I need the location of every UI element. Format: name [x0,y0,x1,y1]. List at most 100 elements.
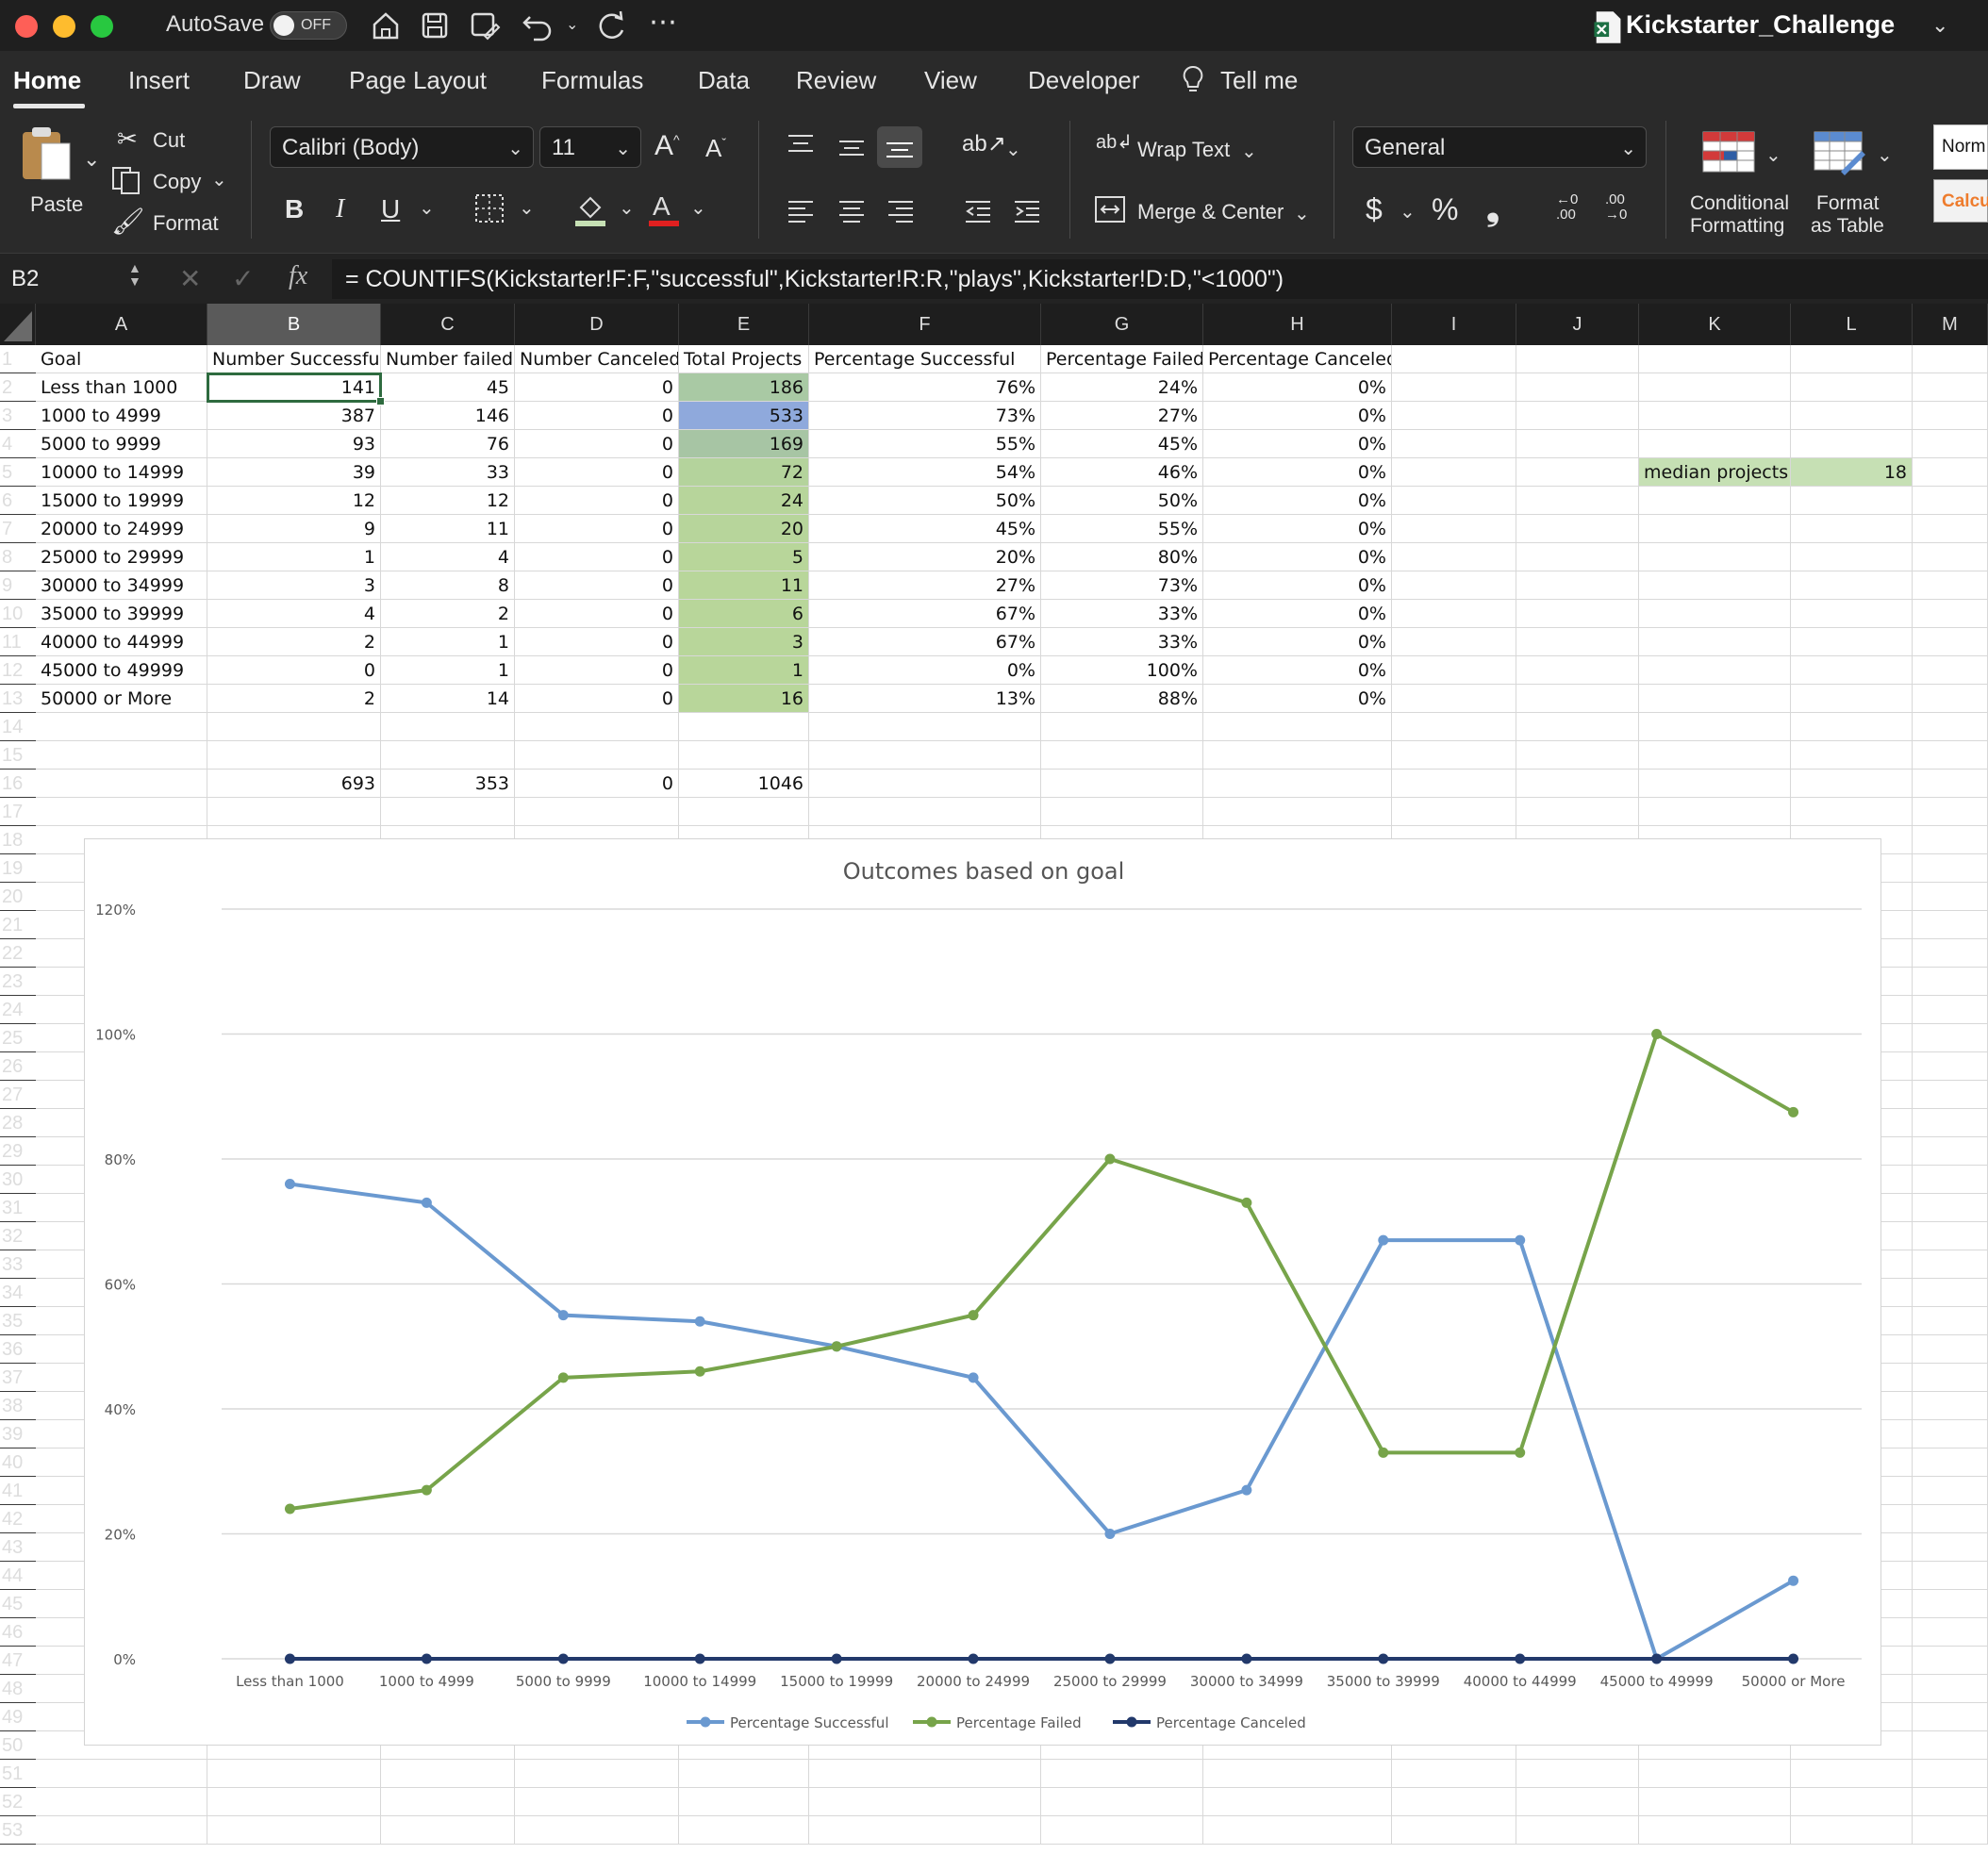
close-window-button[interactable] [15,15,38,38]
increase-decimal-icon[interactable]: ←0.00 [1556,192,1578,223]
empty-cell[interactable] [809,713,1041,741]
insert-function-icon[interactable]: fx [289,261,307,291]
empty-cell[interactable] [1913,1731,1988,1760]
empty-cell[interactable] [809,741,1041,770]
total-cell[interactable]: 1046 [679,770,809,798]
table-data-cell[interactable]: 16 [679,685,809,713]
empty-cell[interactable] [1516,515,1639,543]
table-data-cell[interactable]: 2 [207,685,381,713]
empty-cell[interactable] [207,1788,381,1816]
empty-cell[interactable] [1791,345,1913,373]
cancel-entry-icon[interactable]: ✕ [179,263,201,294]
empty-cell[interactable] [1913,1166,1988,1194]
empty-cell[interactable] [1913,345,1988,373]
column-header-e[interactable]: E [679,304,809,345]
table-data-cell[interactable]: 0% [1203,458,1392,487]
format-as-table-chevron-down-icon[interactable]: ⌄ [1877,143,1893,167]
empty-cell[interactable] [515,798,679,826]
empty-cell[interactable] [1639,628,1791,656]
table-data-cell[interactable]: 11 [679,571,809,600]
paste-chevron-down-icon[interactable]: ⌄ [83,147,100,172]
empty-cell[interactable] [1913,1109,1988,1137]
empty-cell[interactable] [679,1760,809,1788]
row-header-27[interactable]: 27 [0,1081,36,1109]
empty-cell[interactable] [1913,1364,1988,1392]
table-data-cell[interactable]: 33 [381,458,515,487]
table-data-cell[interactable]: 1000 to 4999 [36,402,207,430]
table-data-cell[interactable]: 100% [1041,656,1203,685]
fill-handle[interactable] [376,397,385,406]
total-cell[interactable]: 353 [381,770,515,798]
percent-button[interactable]: % [1432,192,1458,227]
empty-cell[interactable] [1913,1137,1988,1166]
decrease-decimal-icon[interactable]: .00 →0 [1605,192,1627,223]
table-data-cell[interactable]: 33% [1041,600,1203,628]
table-data-cell[interactable]: 1 [381,628,515,656]
empty-cell[interactable] [1392,798,1516,826]
table-data-cell[interactable]: 88% [1041,685,1203,713]
empty-cell[interactable] [1203,1788,1392,1816]
table-data-cell[interactable]: 30000 to 34999 [36,571,207,600]
row-header-43[interactable]: 43 [0,1533,36,1562]
column-header-l[interactable]: L [1791,304,1913,345]
tab-page-layout[interactable]: Page Layout [349,66,487,95]
table-data-cell[interactable]: 12 [381,487,515,515]
empty-cell[interactable] [809,798,1041,826]
table-data-cell[interactable]: 5000 to 9999 [36,430,207,458]
table-data-cell[interactable]: 67% [809,600,1041,628]
borders-icon[interactable] [473,192,505,230]
empty-cell[interactable] [1041,798,1203,826]
tab-formulas[interactable]: Formulas [541,66,643,95]
row-header-33[interactable]: 33 [0,1250,36,1279]
empty-cell[interactable] [1791,628,1913,656]
empty-cell[interactable] [1516,373,1639,402]
row-header-42[interactable]: 42 [0,1505,36,1533]
conditional-formatting-label-2[interactable]: Formatting [1690,215,1784,238]
empty-cell[interactable] [1392,713,1516,741]
table-data-cell[interactable]: 24 [679,487,809,515]
more-options-icon[interactable]: ⋯ [649,6,677,39]
table-data-cell[interactable]: 0% [1203,515,1392,543]
empty-cell[interactable] [1041,770,1203,798]
wrap-text-chevron-down-icon[interactable]: ⌄ [1241,140,1257,163]
table-data-cell[interactable]: 0 [515,515,679,543]
line-chart[interactable]: Outcomes based on goal 0% 20% 40% 60% 80% 100%… [84,838,1881,1746]
empty-cell[interactable] [381,798,515,826]
empty-cell[interactable] [1913,1081,1988,1109]
empty-cell[interactable] [1041,741,1203,770]
table-data-cell[interactable]: 0 [207,656,381,685]
empty-cell[interactable] [1516,1816,1639,1845]
align-center-icon[interactable] [837,198,866,230]
table-data-cell[interactable]: 93 [207,430,381,458]
underline-button[interactable]: U [381,194,400,224]
empty-cell[interactable] [1516,600,1639,628]
empty-cell[interactable] [1639,600,1791,628]
table-data-cell[interactable]: 0% [1203,543,1392,571]
table-data-cell[interactable]: 76% [809,373,1041,402]
row-header-50[interactable]: 50 [0,1731,36,1760]
row-header-24[interactable]: 24 [0,996,36,1024]
table-header-cell[interactable]: Percentage Canceled [1203,345,1392,373]
empty-cell[interactable] [1791,487,1913,515]
empty-cell[interactable] [36,770,207,798]
table-data-cell[interactable]: 67% [809,628,1041,656]
borders-chevron-down-icon[interactable]: ⌄ [519,196,535,220]
table-data-cell[interactable]: 14 [381,685,515,713]
empty-cell[interactable] [1913,1675,1988,1703]
empty-cell[interactable] [1516,713,1639,741]
empty-cell[interactable] [679,798,809,826]
row-header-15[interactable]: 15 [0,741,36,770]
empty-cell[interactable] [1392,430,1516,458]
empty-cell[interactable] [1516,656,1639,685]
column-header-f[interactable]: F [809,304,1041,345]
table-data-cell[interactable]: 10000 to 14999 [36,458,207,487]
table-data-cell[interactable]: 25000 to 29999 [36,543,207,571]
empty-cell[interactable] [1639,1788,1791,1816]
empty-cell[interactable] [1639,1760,1791,1788]
empty-cell[interactable] [1913,1392,1988,1420]
table-data-cell[interactable]: 2 [207,628,381,656]
table-data-cell[interactable]: 0% [1203,685,1392,713]
empty-cell[interactable] [381,1760,515,1788]
empty-cell[interactable] [1516,1788,1639,1816]
zoom-window-button[interactable] [91,15,113,38]
